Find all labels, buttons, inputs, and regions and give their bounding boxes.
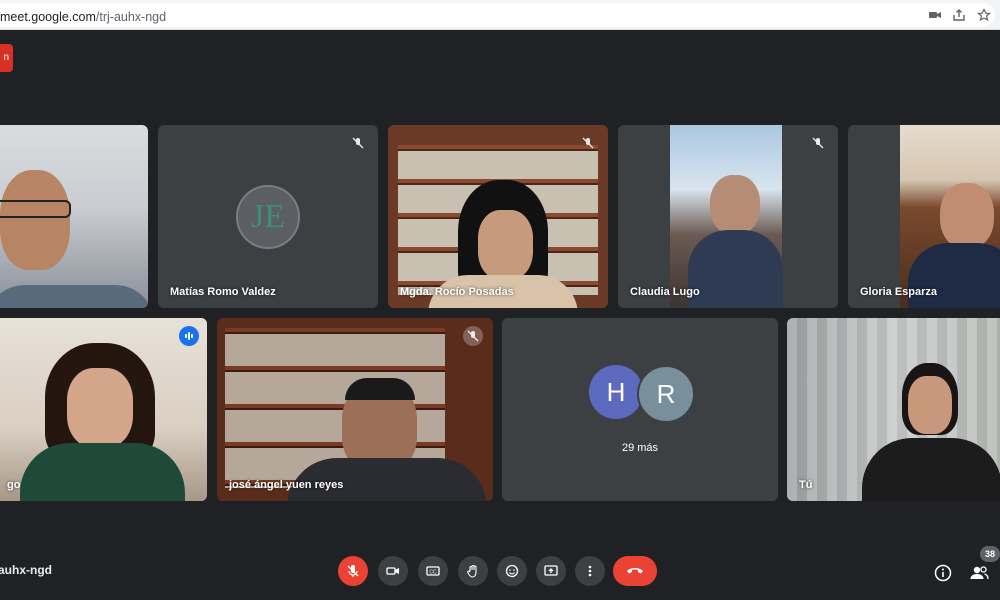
present-icon xyxy=(544,565,558,576)
participant-count-badge: 38 xyxy=(980,546,1000,562)
video-icon xyxy=(386,567,399,575)
participant-face xyxy=(908,376,952,434)
participant-tile[interactable]: JE Matías Romo Valdez xyxy=(158,125,378,308)
raise-hand-button[interactable] xyxy=(458,556,488,586)
participant-name: go xyxy=(7,479,21,491)
participant-face xyxy=(0,170,70,270)
glasses xyxy=(0,200,71,218)
url-text[interactable]: meet.google.com/trj-auhx-ngd xyxy=(0,10,166,24)
present-button[interactable] xyxy=(536,556,566,586)
participant-name: Tú xyxy=(799,479,813,491)
more-options-button[interactable] xyxy=(575,556,605,586)
participant-body xyxy=(908,243,1000,308)
mic-off-icon xyxy=(578,133,598,153)
participant-avatar: JE xyxy=(236,185,300,249)
mic-off-icon xyxy=(348,133,368,153)
svg-text:CC: CC xyxy=(429,569,437,575)
participant-tile[interactable]: Gloria Esparza xyxy=(848,125,1000,308)
participant-body xyxy=(688,230,783,308)
mic-off-icon xyxy=(347,565,359,577)
participant-face xyxy=(940,183,994,249)
participant-name: Mgda. Rocío Posadas xyxy=(400,286,514,298)
reactions-button[interactable] xyxy=(497,556,527,586)
meeting-info-button[interactable] xyxy=(932,562,954,584)
participant-tile[interactable]: josé ángel yuen reyes xyxy=(217,318,493,501)
more-icon xyxy=(588,565,592,577)
people-icon xyxy=(970,566,989,580)
participant-name: Matías Romo Valdez xyxy=(170,286,276,298)
address-bar[interactable]: meet.google.com/trj-auhx-ngd xyxy=(0,3,995,27)
info-icon xyxy=(934,564,952,582)
captions-button[interactable]: CC xyxy=(418,556,448,586)
more-participants-tile[interactable]: H R 29 más xyxy=(502,318,778,501)
participant-face xyxy=(67,368,133,448)
participant-body xyxy=(20,443,185,501)
participant-name: Claudia Lugo xyxy=(630,286,700,298)
star-icon[interactable] xyxy=(977,8,991,22)
more-count: 29 más xyxy=(621,442,659,454)
participant-name: josé ángel yuen reyes xyxy=(229,479,344,491)
end-call-icon xyxy=(627,568,643,574)
hand-icon xyxy=(467,564,477,578)
mic-off-icon xyxy=(808,133,828,153)
participant-body xyxy=(862,438,1000,501)
participant-tile[interactable]: Mgda. Rocío Posadas xyxy=(388,125,608,308)
speaking-indicator-icon xyxy=(179,326,199,346)
leave-call-button[interactable] xyxy=(613,556,657,586)
participant-tile[interactable]: go xyxy=(0,318,207,501)
mic-toggle-button[interactable] xyxy=(338,556,368,586)
participant-hair xyxy=(345,378,415,400)
browser-toolbar: meet.google.com/trj-auhx-ngd xyxy=(0,0,1000,30)
emoji-icon xyxy=(505,564,519,578)
mic-off-icon xyxy=(463,326,483,346)
meeting-code: auhx-ngd xyxy=(0,563,52,577)
camera-icon[interactable] xyxy=(928,8,942,22)
participant-face xyxy=(710,175,760,235)
share-icon[interactable] xyxy=(952,8,966,22)
people-button[interactable] xyxy=(968,562,990,584)
participant-avatar: R xyxy=(637,365,695,423)
recording-chip[interactable]: n xyxy=(0,44,13,72)
participant-tile[interactable]: Claudia Lugo xyxy=(618,125,838,308)
participant-body xyxy=(0,285,148,308)
self-view-tile[interactable]: Tú xyxy=(787,318,1000,501)
participant-face xyxy=(478,210,533,280)
participant-tile[interactable] xyxy=(0,125,148,308)
captions-icon: CC xyxy=(426,566,440,576)
participant-name: Gloria Esparza xyxy=(860,286,938,298)
camera-toggle-button[interactable] xyxy=(378,556,408,586)
participant-avatar: H xyxy=(589,365,643,419)
